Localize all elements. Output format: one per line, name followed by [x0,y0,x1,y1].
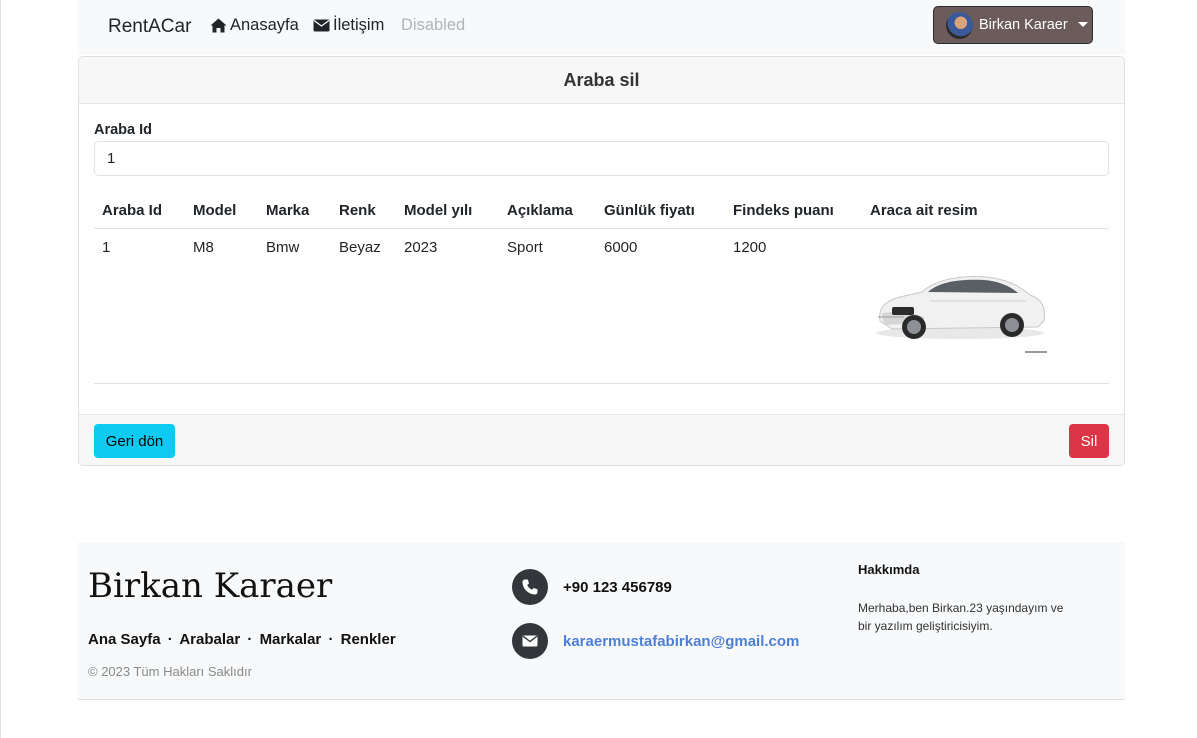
email-link[interactable]: karaermustafabirkan@gmail.com [563,633,799,650]
col-header-year: Model yılı [396,190,499,229]
col-header-image: Araca ait resim [862,190,1109,229]
footer-link-cars[interactable]: Arabalar [179,631,240,648]
col-header-model: Model [185,190,258,229]
table-row: 1 M8 Bmw Beyaz 2023 Sport 6000 1200 [94,228,1109,384]
cell-findeks: 1200 [725,228,862,384]
car-id-label: Araba Id [94,122,153,138]
brand-link[interactable]: RentACar [108,16,191,38]
about-text: Merhaba,ben Birkan.23 yaşındayım ve bir … [858,601,1064,633]
footer-separator: · [247,631,253,648]
col-header-id: Araba Id [94,190,185,229]
footer-link-brands[interactable]: Markalar [260,631,322,648]
footer-name: Birkan Karaer [88,566,333,606]
nav-contact-link[interactable]: İletişim [313,16,384,35]
footer-link-colors[interactable]: Renkler [341,631,396,648]
cell-brand: Bmw [258,228,331,384]
user-dropdown-button[interactable]: Birkan Karaer [933,6,1093,44]
back-button[interactable]: Geri dön [94,424,175,458]
col-header-description: Açıklama [499,190,596,229]
copyright-text: © 2023 Tüm Hakları Saklıdır [88,664,252,679]
footer-separator: · [328,631,334,648]
col-header-daily-price: Günlük fiyatı [596,190,725,229]
home-icon [210,18,227,33]
top-navbar: RentACar Anasayfa İletişim Disabled Birk… [78,0,1125,54]
site-footer: Birkan Karaer Ana Sayfa · Arabalar · Mar… [78,542,1125,700]
car-id-input[interactable] [94,141,1109,176]
avatar [946,11,973,39]
nav-home-link[interactable]: Anasayfa [210,16,299,35]
cell-id: 1 [94,228,185,384]
page-left-border [0,0,1,738]
car-image [876,276,1047,353]
col-header-findeks: Findeks puanı [725,190,862,229]
footer-separator: · [167,631,173,648]
user-name: Birkan Karaer [979,17,1068,33]
cell-model: M8 [185,228,258,384]
nav-home-label: Anasayfa [230,16,299,34]
phone-contact: +90 123 456789 [512,569,672,605]
cell-description: Sport [499,228,596,384]
about-title: Hakkımda [858,562,920,577]
cell-image [862,228,1109,384]
cell-color: Beyaz [331,228,396,384]
envelope-icon [512,623,548,659]
delete-car-card: Araba sil Araba Id Araba Id Model Marka … [78,56,1125,466]
footer-links: Ana Sayfa · Arabalar · Markalar · Renkle… [88,631,396,648]
nav-disabled-link: Disabled [401,16,466,34]
nav-contact-label: İletişim [333,16,385,34]
cell-daily-price: 6000 [596,228,725,384]
cell-year: 2023 [396,228,499,384]
chevron-down-icon [1077,21,1088,27]
col-header-color: Renk [331,190,396,229]
car-table: Araba Id Model Marka Renk Model yılı Açı… [94,190,1109,384]
phone-icon [512,569,548,605]
footer-link-home[interactable]: Ana Sayfa [88,631,161,648]
col-header-brand: Marka [258,190,331,229]
table-header-row: Araba Id Model Marka Renk Model yılı Açı… [94,190,1109,229]
envelope-icon [313,19,330,32]
email-contact: karaermustafabirkan@gmail.com [512,623,799,659]
phone-number: +90 123 456789 [563,578,672,596]
card-title: Araba sil [79,57,1124,104]
card-footer: Geri dön Sil [79,414,1124,465]
delete-button[interactable]: Sil [1069,424,1109,458]
